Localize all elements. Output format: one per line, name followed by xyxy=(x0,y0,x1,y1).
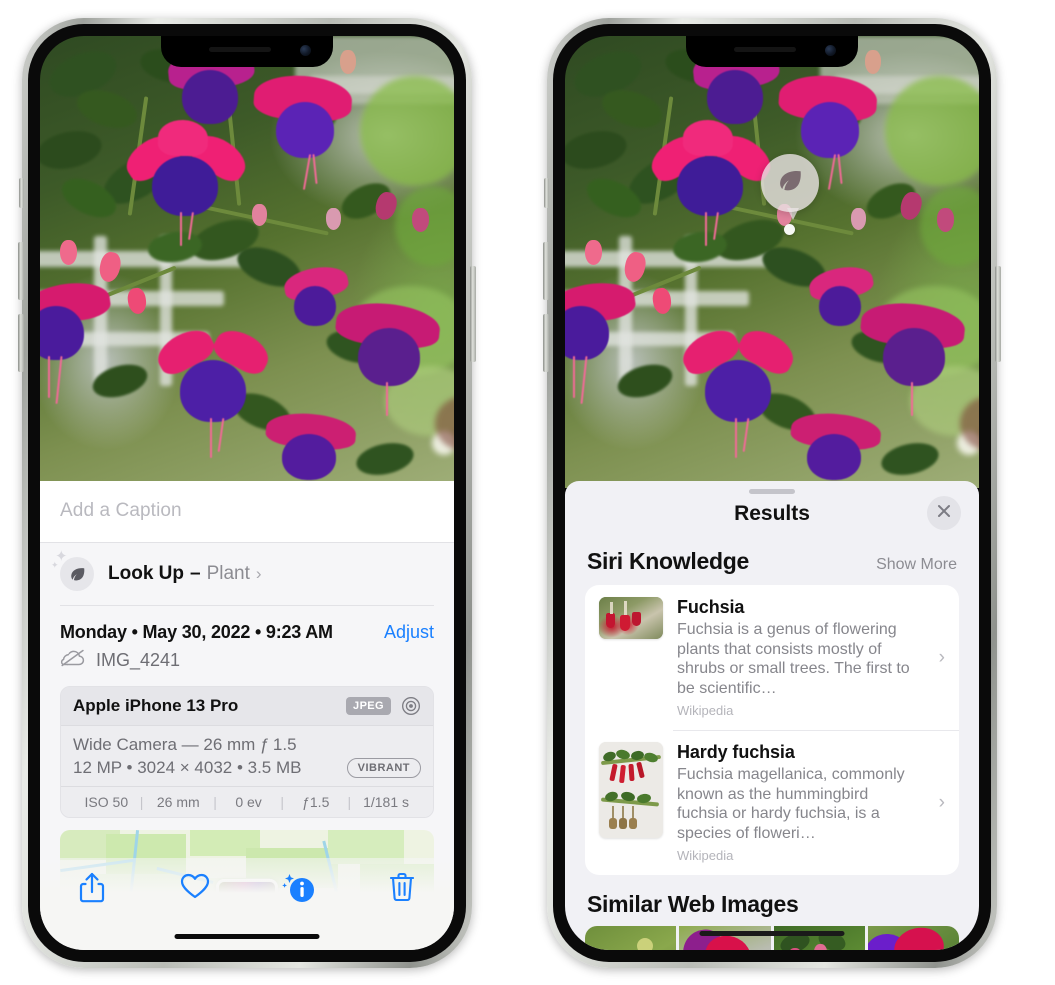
look-up-label-group: Look Up – Plant › xyxy=(108,563,262,585)
knowledge-body: Fuchsia Fuchsia is a genus of flowering … xyxy=(677,597,921,718)
vibrant-badge: VIBRANT xyxy=(346,758,421,778)
leaf-icon xyxy=(60,557,94,591)
photo-viewer-left[interactable] xyxy=(40,36,454,488)
share-icon xyxy=(79,872,105,909)
similar-web-images-strip[interactable] xyxy=(585,926,959,950)
leaf-icon xyxy=(775,166,805,201)
sparkle-small-icon: ✦ xyxy=(51,560,59,570)
camera-device-name: Apple iPhone 13 Pro xyxy=(73,696,239,715)
mute-switch-right[interactable] xyxy=(544,178,549,208)
share-button[interactable] xyxy=(40,872,144,909)
look-up-label: Look Up xyxy=(108,563,184,584)
screen-left: Add a Caption ✦ ✦ Look Up – Plant › Mond… xyxy=(40,36,454,950)
home-indicator-right[interactable] xyxy=(699,931,845,936)
mute-switch-left[interactable] xyxy=(19,178,24,208)
section-title-similar-web-images: Similar Web Images xyxy=(587,891,799,918)
adjust-button[interactable]: Adjust xyxy=(384,622,434,643)
volume-down-button-right[interactable] xyxy=(543,314,549,372)
trash-icon xyxy=(390,872,415,907)
iphone-left: Add a Caption ✦ ✦ Look Up – Plant › Mond… xyxy=(18,18,476,968)
chevron-right-icon: › xyxy=(938,646,945,668)
look-up-icon-group: ✦ ✦ xyxy=(51,549,94,591)
close-icon xyxy=(936,503,952,524)
exif-card: Apple iPhone 13 Pro JPEG Wide Camera — 2… xyxy=(60,686,434,818)
front-camera-icon xyxy=(300,45,311,56)
show-more-button[interactable]: Show More xyxy=(876,556,957,574)
knowledge-row-hardy-fuchsia[interactable]: Hardy fuchsia Fuchsia magellanica, commo… xyxy=(585,730,959,875)
web-image-2[interactable] xyxy=(679,926,771,950)
exif-stat-focal: 26 mm xyxy=(156,794,200,810)
notch-left xyxy=(161,36,333,67)
notch-right xyxy=(686,36,858,67)
exif-stat-ev: 0 ev xyxy=(235,794,262,810)
knowledge-title: Hardy fuchsia xyxy=(677,742,795,763)
exif-body: Wide Camera — 26 mm ƒ 1.5 12 MP • 3024 ×… xyxy=(61,726,433,786)
hardy-fuchsia-thumb xyxy=(599,742,663,839)
knowledge-row-fuchsia[interactable]: Fuchsia Fuchsia is a genus of flowering … xyxy=(585,585,959,730)
chevron-right-icon: › xyxy=(255,564,262,583)
heart-icon xyxy=(180,872,210,905)
web-image-4[interactable] xyxy=(867,926,959,950)
photo-date: Monday • May 30, 2022 • 9:23 AM xyxy=(60,622,333,642)
visual-look-up-badge[interactable] xyxy=(761,154,819,212)
power-button-left[interactable] xyxy=(470,266,476,362)
image-size-info: 12 MP • 3024 × 4032 • 3.5 MB xyxy=(73,758,302,777)
look-up-row[interactable]: ✦ ✦ Look Up – Plant › xyxy=(40,543,454,606)
photo-viewer-right[interactable] xyxy=(565,36,979,488)
screen-right: Results Siri Knowledge Show More Fuchsia… xyxy=(565,36,979,950)
section-title-siri-knowledge: Siri Knowledge xyxy=(587,548,749,574)
exif-header: Apple iPhone 13 Pro JPEG xyxy=(61,687,433,726)
icloud-slash-icon xyxy=(60,649,86,672)
web-image-3[interactable] xyxy=(773,926,865,950)
home-indicator-left[interactable] xyxy=(174,934,320,939)
knowledge-title: Fuchsia xyxy=(677,597,745,617)
chevron-right-icon: › xyxy=(938,791,945,813)
caption-input[interactable]: Add a Caption xyxy=(60,500,434,522)
exif-stat-shutter: 1/181 s xyxy=(363,794,410,810)
look-up-badge-dot xyxy=(784,224,795,235)
results-sheet: Results Siri Knowledge Show More Fuchsia… xyxy=(565,481,979,950)
exif-stat-aperture: ƒ1.5 xyxy=(302,794,330,810)
similar-web-images-header: Similar Web Images xyxy=(565,875,979,926)
info-sparkle-icon xyxy=(281,872,316,904)
lens-info: Wide Camera — 26 mm ƒ 1.5 xyxy=(73,735,297,754)
knowledge-source: Wikipedia xyxy=(677,703,734,719)
siri-knowledge-header: Siri Knowledge Show More xyxy=(565,540,979,585)
web-image-1[interactable] xyxy=(585,926,677,950)
volume-up-button-right[interactable] xyxy=(543,242,549,300)
earpiece-speaker-icon xyxy=(734,47,796,52)
knowledge-source: Wikipedia xyxy=(677,848,734,864)
results-title: Results xyxy=(734,502,810,525)
iphone-right: Results Siri Knowledge Show More Fuchsia… xyxy=(543,18,1001,968)
power-button-right[interactable] xyxy=(995,266,1001,362)
close-button[interactable] xyxy=(927,496,961,530)
exif-stat-iso: ISO 50 xyxy=(84,794,129,810)
file-name: IMG_4241 xyxy=(96,650,181,670)
volume-down-button-left[interactable] xyxy=(18,314,24,372)
look-up-subject: Plant xyxy=(206,563,250,584)
photo-toolbar xyxy=(40,858,454,950)
look-up-dash: – xyxy=(190,563,201,584)
aperture-icon xyxy=(401,696,421,716)
earpiece-speaker-icon xyxy=(209,47,271,52)
screenshot-root: Add a Caption ✦ ✦ Look Up – Plant › Mond… xyxy=(0,0,1055,985)
knowledge-description: Fuchsia is a genus of flowering plants t… xyxy=(677,621,910,697)
info-button[interactable] xyxy=(247,872,351,904)
file-row: IMG_4241 xyxy=(40,645,454,684)
caption-row[interactable]: Add a Caption xyxy=(40,481,454,543)
date-row: Monday • May 30, 2022 • 9:23 AM Adjust xyxy=(40,606,454,645)
exif-stats-row: ISO 50 | 26 mm | 0 ev | ƒ1.5 | 1/181 s xyxy=(61,786,433,817)
delete-button[interactable] xyxy=(351,872,455,907)
format-badge: JPEG xyxy=(346,697,391,715)
favorite-button[interactable] xyxy=(144,872,248,905)
fuchsia-thumb xyxy=(599,597,663,639)
photo-info-sheet: Add a Caption ✦ ✦ Look Up – Plant › Mond… xyxy=(40,481,454,950)
knowledge-body: Hardy fuchsia Fuchsia magellanica, commo… xyxy=(677,742,921,863)
front-camera-icon xyxy=(825,45,836,56)
knowledge-description: Fuchsia magellanica, commonly known as t… xyxy=(677,766,905,842)
volume-up-button-left[interactable] xyxy=(18,242,24,300)
siri-knowledge-card: Fuchsia Fuchsia is a genus of flowering … xyxy=(585,585,959,876)
results-header: Results xyxy=(565,494,979,540)
